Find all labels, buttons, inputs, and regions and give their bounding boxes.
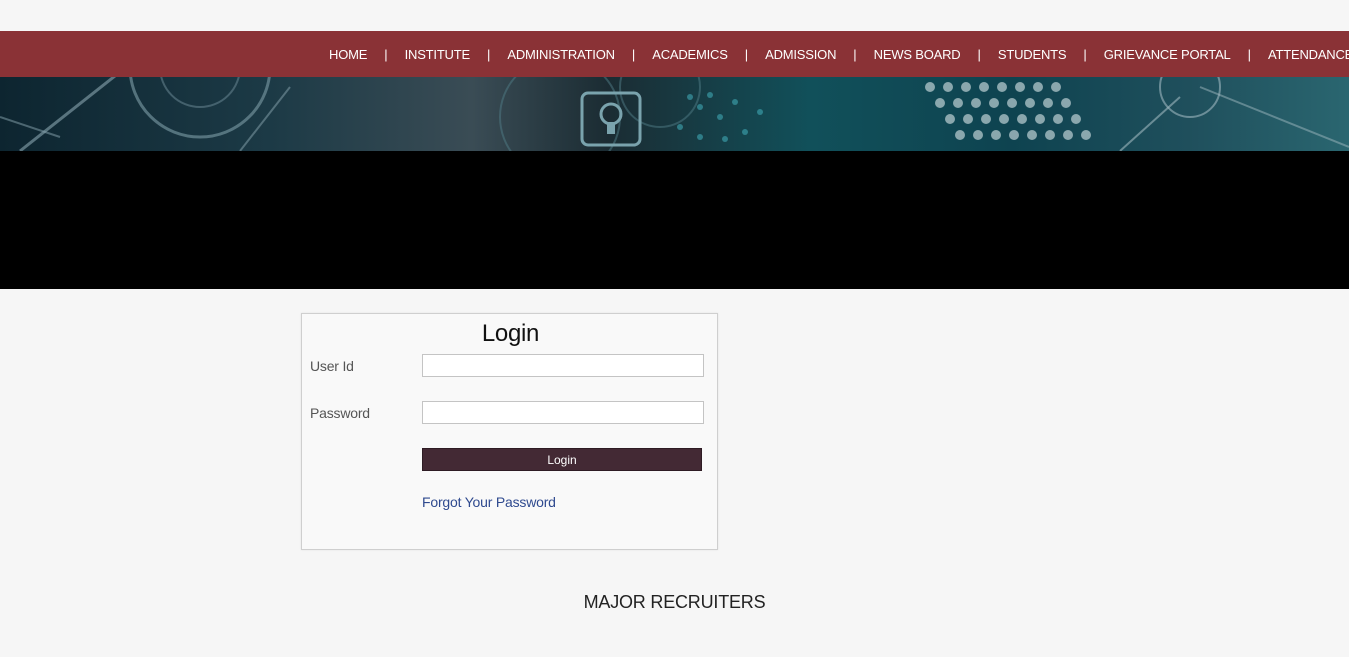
nav-separator: | [853, 46, 857, 62]
nav-attendance[interactable]: ATTENDANCE [1268, 47, 1349, 62]
password-label: Password [310, 405, 370, 421]
nav-news-board[interactable]: NEWS BOARD [874, 47, 961, 62]
nav-institute[interactable]: INSTITUTE [405, 47, 471, 62]
nav-separator: | [1247, 46, 1251, 62]
nav-students-label[interactable]: STUDENTS [998, 47, 1067, 62]
password-input[interactable] [422, 401, 704, 424]
nav-list: HOME | INSTITUTE | ADMINISTRATION | ACAD… [329, 31, 1349, 77]
nav-separator: | [977, 46, 981, 62]
login-panel: Login User Id Password Login Forgot Your… [301, 313, 718, 550]
nav-separator: | [1083, 46, 1087, 62]
nav-administration[interactable]: ADMINISTRATION [507, 47, 615, 62]
padlock-icon [580, 91, 642, 147]
login-title: Login [481, 320, 540, 347]
nav-academics-label[interactable]: ACADEMICS [652, 47, 728, 62]
login-button[interactable]: Login [422, 448, 702, 471]
nav-academics[interactable]: ACADEMICS [652, 47, 728, 62]
nav-separator: | [486, 46, 491, 62]
nav-admission-label[interactable]: ADMISSION [765, 47, 836, 62]
nav-separator: | [631, 46, 636, 62]
nav-grievance-portal[interactable]: GRIEVANCE PORTAL [1104, 47, 1231, 62]
forgot-password-link[interactable]: Forgot Your Password [422, 494, 556, 510]
nav-separator: | [384, 46, 388, 62]
black-hero-band [0, 151, 1349, 289]
main-navbar: HOME | INSTITUTE | ADMINISTRATION | ACAD… [0, 31, 1349, 77]
nav-grievance-portal-label[interactable]: GRIEVANCE PORTAL [1104, 47, 1231, 62]
nav-admission[interactable]: ADMISSION [765, 47, 836, 62]
nav-attendance-label[interactable]: ATTENDANCE [1268, 47, 1349, 62]
nav-home-label[interactable]: HOME [329, 47, 367, 62]
nav-students[interactable]: STUDENTS [998, 47, 1067, 62]
nav-separator: | [744, 46, 749, 62]
user-id-input[interactable] [422, 354, 704, 377]
header-banner-image [0, 77, 1349, 151]
nav-news-board-label[interactable]: NEWS BOARD [874, 47, 961, 62]
cyber-security-banner-graphic [0, 77, 1349, 151]
nav-institute-label[interactable]: INSTITUTE [405, 47, 471, 62]
major-recruiters-heading: MAJOR RECRUITERS [583, 592, 766, 612]
user-id-label: User Id [310, 358, 354, 374]
nav-administration-label[interactable]: ADMINISTRATION [507, 47, 615, 62]
nav-home[interactable]: HOME [329, 47, 367, 62]
